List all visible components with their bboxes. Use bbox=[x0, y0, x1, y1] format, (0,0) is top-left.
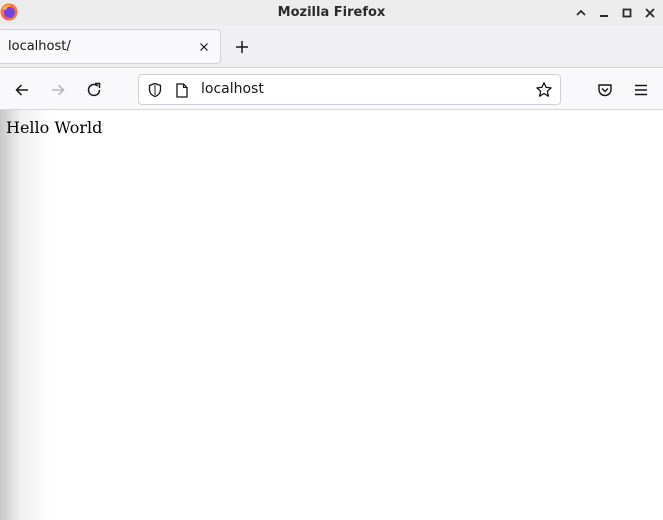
maximize-icon bbox=[622, 8, 631, 17]
bookmark-button[interactable] bbox=[534, 80, 554, 100]
back-button[interactable] bbox=[9, 77, 35, 103]
maximize-restore-button[interactable] bbox=[569, 0, 592, 25]
minimize-icon bbox=[599, 14, 608, 17]
pocket-button[interactable] bbox=[592, 77, 618, 103]
url-text[interactable]: localhost bbox=[201, 81, 264, 97]
page-text: Hello World bbox=[6, 118, 103, 137]
reload-icon bbox=[87, 82, 101, 97]
firefox-logo-icon bbox=[0, 3, 18, 21]
new-tab-button[interactable] bbox=[231, 36, 253, 58]
url-bar[interactable]: localhost bbox=[138, 74, 561, 105]
menu-button[interactable] bbox=[628, 77, 654, 103]
tab-strip: localhost/ bbox=[0, 25, 663, 68]
pocket-icon bbox=[598, 84, 612, 97]
title-bar: Mozilla Firefox bbox=[0, 0, 663, 25]
page-icon bbox=[176, 82, 188, 98]
navigation-toolbar: localhost bbox=[0, 69, 663, 110]
tab-localhost[interactable]: localhost/ bbox=[0, 29, 221, 64]
close-icon bbox=[200, 43, 208, 51]
arrow-left-icon bbox=[15, 84, 28, 96]
site-info-button[interactable] bbox=[174, 81, 190, 99]
maximize-button[interactable] bbox=[615, 0, 638, 25]
tab-label: localhost/ bbox=[8, 39, 71, 54]
shield-icon bbox=[148, 82, 162, 98]
hamburger-menu-icon bbox=[635, 84, 647, 96]
tracking-protection-button[interactable] bbox=[146, 81, 164, 99]
minimize-button[interactable] bbox=[592, 0, 615, 25]
window-controls bbox=[569, 0, 661, 25]
browser-window: Mozilla Firefox localhost/ localhost Hel… bbox=[0, 0, 663, 520]
star-icon bbox=[536, 82, 552, 97]
close-window-button[interactable] bbox=[638, 0, 661, 25]
window-title: Mozilla Firefox bbox=[277, 5, 386, 20]
close-icon bbox=[644, 7, 655, 18]
chevron-up-icon bbox=[575, 9, 586, 16]
page-content: Hello World bbox=[0, 110, 663, 520]
plus-icon bbox=[236, 41, 248, 53]
forward-button[interactable] bbox=[45, 77, 71, 103]
reload-button[interactable] bbox=[81, 77, 107, 103]
tab-close-button[interactable] bbox=[196, 39, 212, 55]
arrow-right-icon bbox=[52, 84, 65, 96]
